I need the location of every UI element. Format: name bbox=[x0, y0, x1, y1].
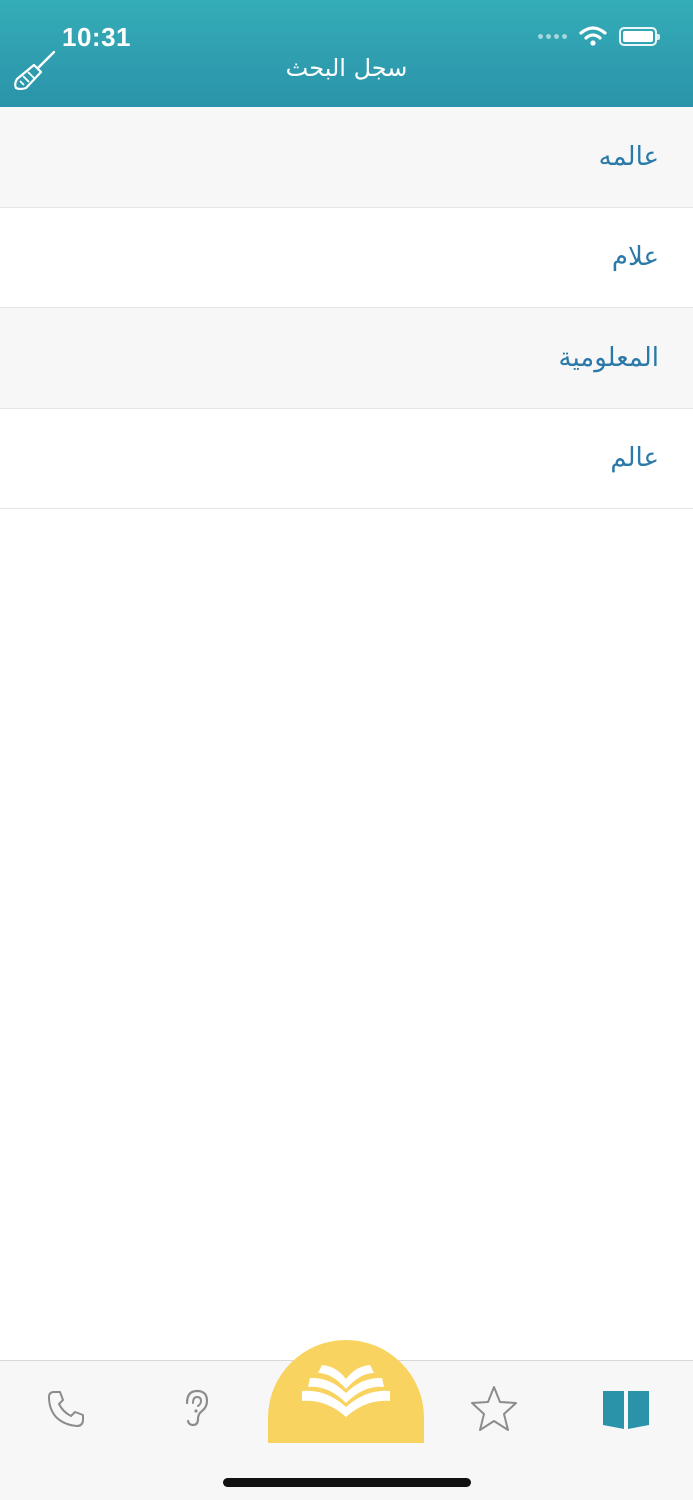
history-word: عالمه bbox=[598, 141, 659, 172]
history-list: عالمه علام المعلومية عالم bbox=[0, 107, 693, 509]
home-indicator bbox=[223, 1478, 471, 1487]
history-item[interactable]: عالمه bbox=[0, 107, 693, 208]
book-icon bbox=[603, 1391, 649, 1429]
tab-dictionary-home[interactable] bbox=[268, 1340, 424, 1443]
phone-icon bbox=[48, 1391, 84, 1427]
history-item[interactable]: المعلومية bbox=[0, 308, 693, 409]
star-icon bbox=[471, 1386, 517, 1431]
wifi-icon bbox=[579, 26, 607, 46]
tab-favorites[interactable] bbox=[464, 1379, 524, 1439]
battery-icon bbox=[619, 26, 660, 46]
header-bar: 10:31 سجل البحث bbox=[0, 0, 693, 107]
history-word: علام bbox=[611, 242, 659, 273]
signal-icon bbox=[538, 33, 567, 39]
ear-icon bbox=[185, 1389, 209, 1427]
history-word: المعلومية bbox=[558, 342, 659, 373]
tab-contact[interactable] bbox=[36, 1379, 96, 1439]
status-indicators bbox=[538, 26, 660, 46]
history-word: عالم bbox=[610, 443, 659, 474]
page-title: سجل البحث bbox=[285, 54, 408, 82]
tab-pronunciation[interactable] bbox=[167, 1379, 227, 1439]
history-item[interactable]: عالم bbox=[0, 408, 693, 509]
history-item[interactable]: علام bbox=[0, 207, 693, 308]
open-book-logo-icon bbox=[302, 1364, 390, 1417]
status-time: 10:31 bbox=[62, 22, 131, 52]
tab-dictionary[interactable] bbox=[596, 1379, 656, 1439]
